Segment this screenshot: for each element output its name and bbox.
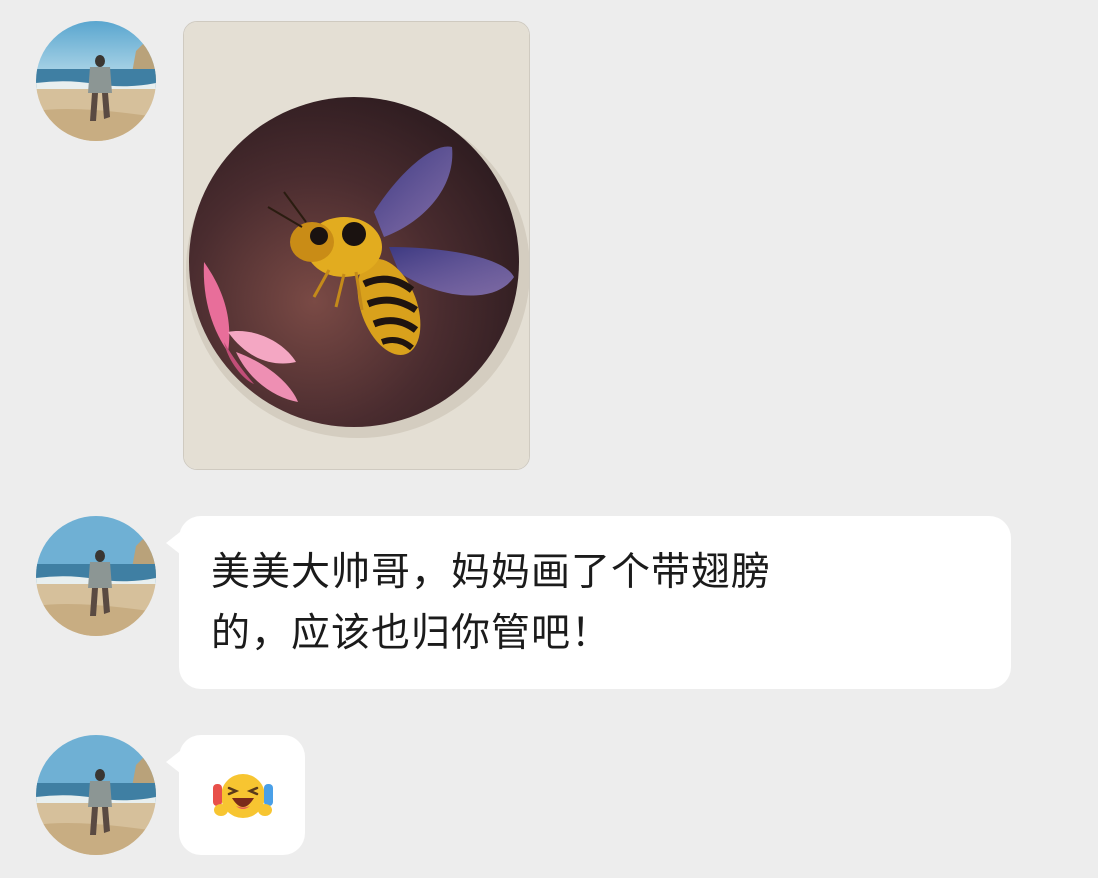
text-message-bubble[interactable]: 美美大帅哥，妈妈画了个带翅膀 的，应该也归你管吧！	[179, 516, 1011, 689]
sender-avatar[interactable]	[36, 735, 156, 855]
message-text: 美美大帅哥，妈妈画了个带翅膀 的，应该也归你管吧！	[211, 550, 772, 656]
beach-avatar-icon	[36, 735, 156, 855]
beach-avatar-icon	[36, 516, 156, 636]
sticker-message-bubble[interactable]	[179, 735, 305, 855]
image-message[interactable]	[183, 21, 530, 470]
painted-stone-bee-image	[184, 22, 529, 469]
bubble-tail	[166, 532, 180, 554]
sender-avatar[interactable]	[36, 516, 156, 636]
beach-avatar-icon	[36, 21, 156, 141]
chat-conversation: 美美大帅哥，妈妈画了个带翅膀 的，应该也归你管吧！	[0, 0, 1098, 878]
bubble-tail	[166, 751, 180, 773]
sender-avatar[interactable]	[36, 21, 156, 141]
laughing-cheering-emoji-icon	[213, 774, 273, 818]
